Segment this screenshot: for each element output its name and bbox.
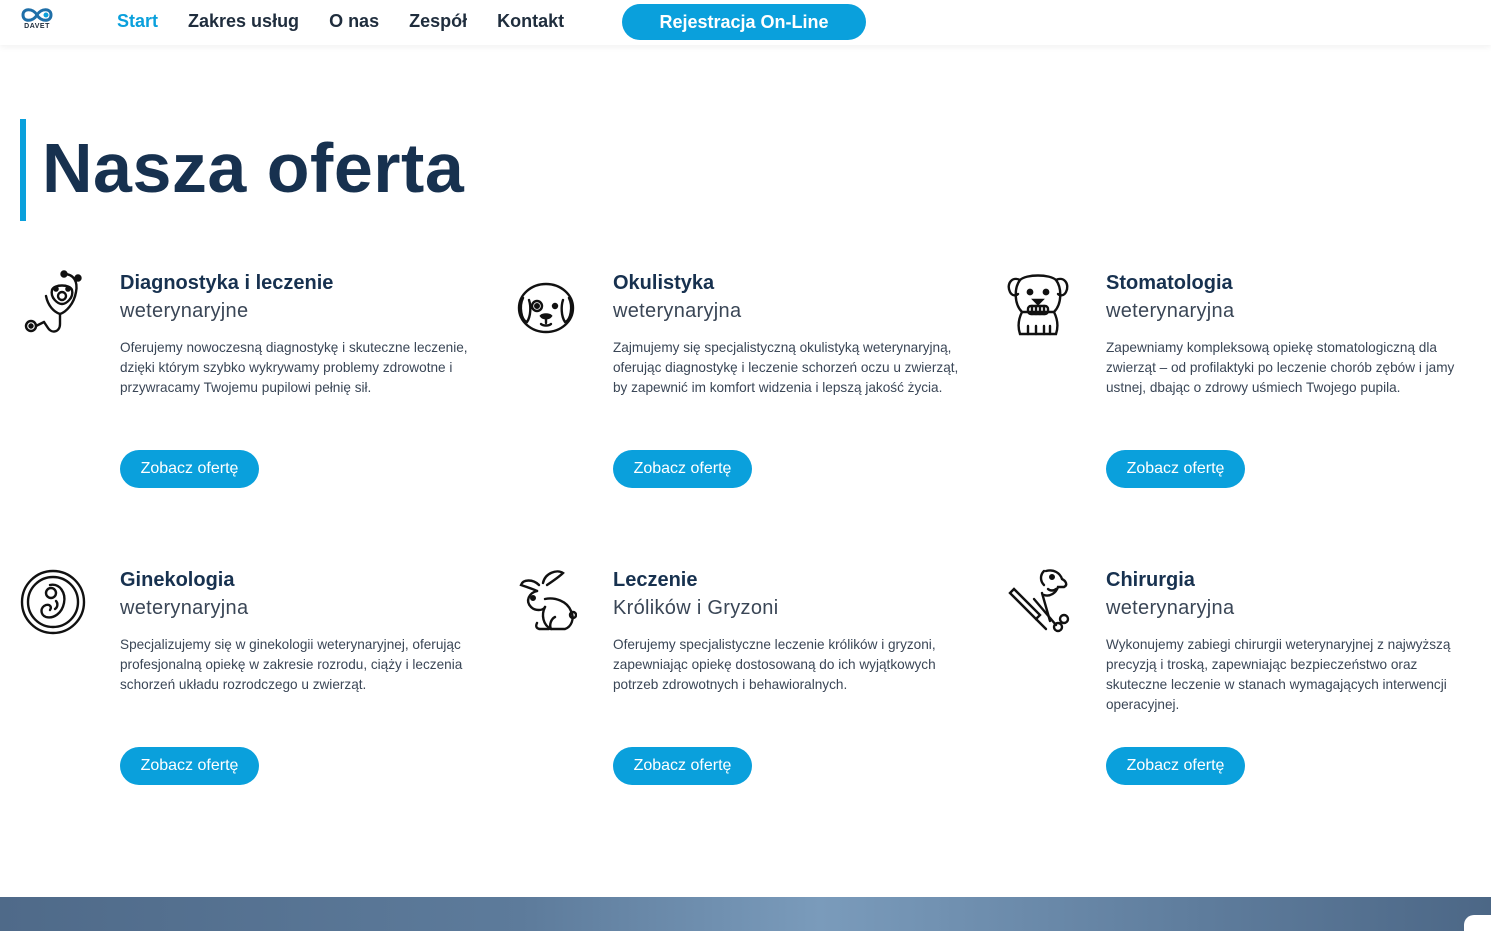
card-title: Diagnostyka i leczenie bbox=[120, 272, 334, 294]
nav-item-zespol[interactable]: Zespół bbox=[409, 11, 467, 32]
chat-widget-corner[interactable] bbox=[1464, 915, 1491, 931]
card-title: Chirurgia bbox=[1106, 569, 1195, 591]
service-card-diagnostics: Diagnostyka i leczenie weterynaryjne Ofe… bbox=[20, 268, 480, 518]
main-nav: Start Zakres usług O nas Zespół Kontakt bbox=[117, 0, 594, 42]
davet-logo[interactable]: DAVET bbox=[17, 6, 57, 34]
see-offer-button[interactable]: Zobacz ofertę bbox=[613, 747, 752, 785]
nav-item-kontakt[interactable]: Kontakt bbox=[497, 11, 564, 32]
nav-item-o-nas[interactable]: O nas bbox=[329, 11, 379, 32]
nav-item-zakres-uslug[interactable]: Zakres usług bbox=[188, 11, 299, 32]
service-card-gynecology: Ginekologia weterynaryjna Specjalizujemy… bbox=[20, 565, 480, 815]
stethoscope-paw-icon bbox=[20, 268, 86, 334]
online-registration-button[interactable]: Rejestracja On-Line bbox=[622, 4, 866, 40]
service-card-ophthalmology: Okulistyka weterynaryjna Zajmujemy się s… bbox=[513, 268, 973, 518]
see-offer-button[interactable]: Zobacz ofertę bbox=[1106, 450, 1245, 488]
top-navbar: DAVET Start Zakres usług O nas Zespół Ko… bbox=[0, 0, 1491, 45]
card-description: Specjalizujemy się w ginekologii weteryn… bbox=[120, 637, 463, 692]
see-offer-button[interactable]: Zobacz ofertę bbox=[613, 450, 752, 488]
card-title: Leczenie bbox=[613, 569, 698, 591]
heading-accent-bar bbox=[20, 119, 26, 221]
rabbit-icon bbox=[513, 565, 579, 631]
logo-infinity-icon bbox=[21, 8, 53, 22]
nav-item-start[interactable]: Start bbox=[117, 11, 158, 32]
card-title: Ginekologia bbox=[120, 569, 235, 591]
card-subtitle: weterynaryjna bbox=[1106, 300, 1235, 322]
ultrasound-embryo-icon bbox=[20, 565, 86, 635]
card-subtitle: weterynaryjna bbox=[1106, 597, 1235, 619]
card-title: Stomatologia bbox=[1106, 272, 1233, 294]
surgery-tools-icon bbox=[1006, 565, 1072, 633]
card-subtitle: Królików i Gryzoni bbox=[613, 597, 779, 619]
see-offer-button[interactable]: Zobacz ofertę bbox=[1106, 747, 1245, 785]
card-subtitle: weterynaryjna bbox=[120, 597, 249, 619]
service-card-dentistry: Stomatologia weterynaryjna Zapewniamy ko… bbox=[1006, 268, 1466, 518]
service-card-rabbits-rodents: Leczenie Królików i Gryzoni Oferujemy sp… bbox=[513, 565, 973, 815]
card-description: Oferujemy specjalistyczne leczenie króli… bbox=[613, 637, 936, 692]
card-description: Oferujemy nowoczesną diagnostykę i skute… bbox=[120, 340, 468, 395]
page-title: Nasza oferta bbox=[42, 129, 465, 207]
footer-band bbox=[0, 897, 1491, 931]
card-title: Okulistyka bbox=[613, 272, 715, 294]
logo-text: DAVET bbox=[24, 23, 50, 30]
see-offer-button[interactable]: Zobacz ofertę bbox=[120, 747, 259, 785]
see-offer-button[interactable]: Zobacz ofertę bbox=[120, 450, 259, 488]
card-subtitle: weterynaryjne bbox=[120, 300, 249, 322]
card-description: Wykonujemy zabiegi chirurgii weterynaryj… bbox=[1106, 637, 1451, 712]
card-description: Zapewniamy kompleksową opiekę stomatolog… bbox=[1106, 340, 1455, 395]
card-subtitle: weterynaryjna bbox=[613, 300, 742, 322]
dog-teeth-icon bbox=[1006, 268, 1072, 336]
card-description: Zajmujemy się specjalistyczną okulistyką… bbox=[613, 340, 959, 395]
service-card-surgery: Chirurgia weterynaryjna Wykonujemy zabie… bbox=[1006, 565, 1466, 815]
dog-eye-icon bbox=[513, 268, 579, 334]
